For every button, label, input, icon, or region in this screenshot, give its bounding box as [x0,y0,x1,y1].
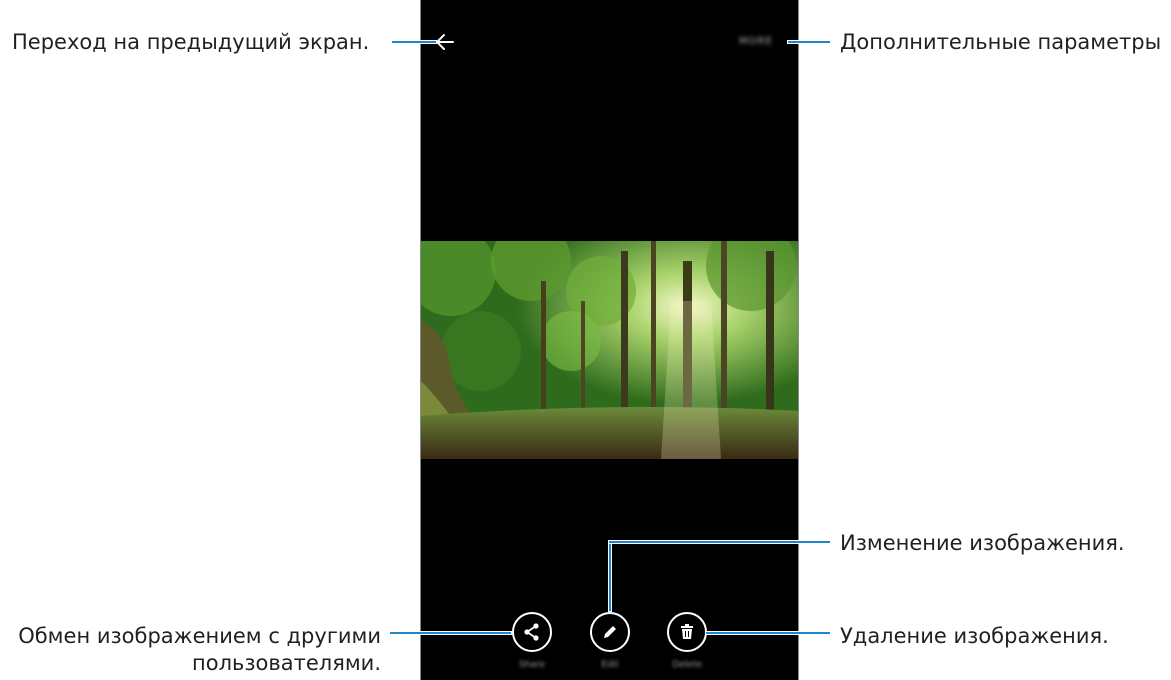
callout-more: Дополнительные параметры [840,30,1162,54]
callout-delete: Удаление изображения. [840,624,1109,648]
callout-edit: Изменение изображения. [840,531,1125,555]
pencil-icon [604,626,616,638]
leader-line-edit-horizontal [609,541,830,543]
share-label: Share [519,660,545,670]
delete-button[interactable] [667,612,707,652]
delete-label: Delete [672,660,702,670]
forest-image [421,241,798,459]
edit-button[interactable] [590,612,630,652]
callout-back: Переход на предыдущий экран. [12,30,370,54]
trash-icon [681,624,693,639]
more-button[interactable]: MORE [739,36,789,47]
leader-line-more [788,41,830,43]
share-icon [524,623,539,641]
share-button[interactable] [512,612,552,652]
leader-line-delete [706,632,830,634]
leader-line-share [390,632,511,634]
leader-line-edit-vertical [609,541,611,611]
callout-share-line2: пользователями. [191,651,381,675]
back-arrow-icon[interactable] [433,30,457,54]
edit-label: Edit [601,660,619,670]
callout-share-line1: Обмен изображением с другими [18,624,381,648]
leader-line-back [392,41,436,43]
